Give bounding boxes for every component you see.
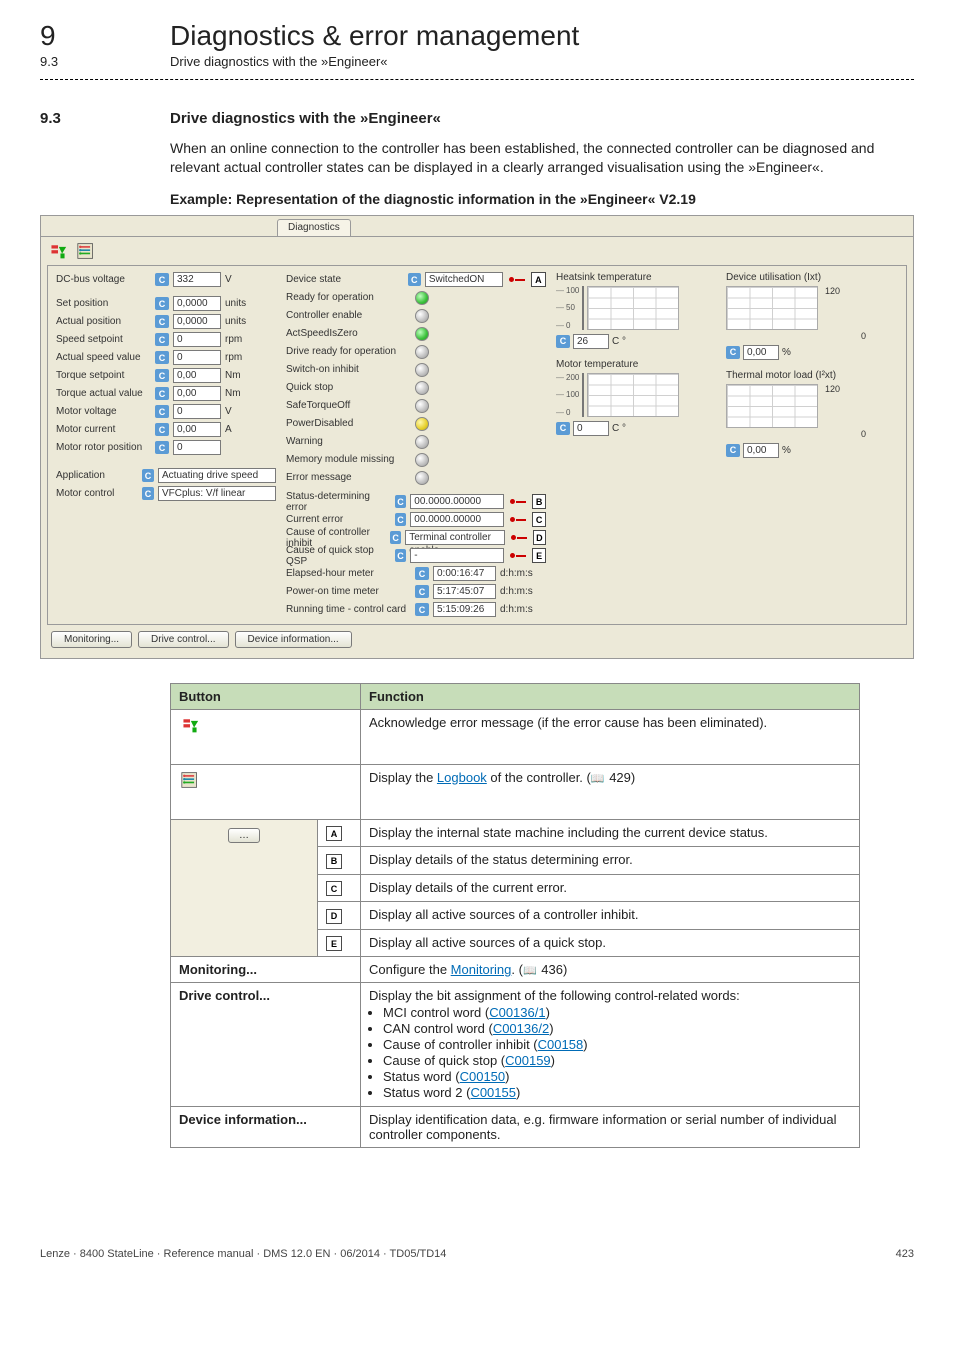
tag-b-icon: B bbox=[326, 854, 342, 869]
mini-graph: Motor temperature2001000C0C ° bbox=[556, 359, 716, 436]
drive-bullet: Status word 2 (C00155) bbox=[383, 1085, 851, 1100]
logbook-icon bbox=[179, 770, 201, 790]
row-tag-b: Display details of the status determinin… bbox=[361, 847, 860, 875]
acknowledge-icon bbox=[179, 715, 201, 735]
time-row: Power-on time meterC5:17:45:07d:h:m:s bbox=[286, 584, 546, 600]
row-tag-e: Display all active sources of a quick st… bbox=[361, 929, 860, 957]
table-header-function: Function bbox=[361, 683, 860, 709]
tag-button[interactable]: B bbox=[532, 494, 546, 509]
telemetry-row: Motor currentC0,00A bbox=[56, 422, 276, 438]
monitoring-button[interactable]: Monitoring... bbox=[51, 631, 132, 648]
row-tag-a: Display the internal state machine inclu… bbox=[361, 819, 860, 847]
row-monitoring: Configure the Monitoring. ( 436) bbox=[361, 957, 860, 983]
tag-c-icon: C bbox=[326, 881, 342, 896]
code-link[interactable]: C00136/1 bbox=[489, 1005, 545, 1020]
error-row: Cause of quick stop QSPC-E bbox=[286, 548, 546, 564]
code-link[interactable]: C00150 bbox=[460, 1069, 506, 1084]
acknowledge-icon[interactable] bbox=[47, 241, 69, 261]
section-number: 9.3 bbox=[40, 110, 130, 127]
logbook-icon[interactable] bbox=[75, 241, 97, 261]
status-row: Controller enable bbox=[286, 308, 546, 324]
drive-control-label: Drive control... bbox=[179, 988, 270, 1003]
monitoring-link[interactable]: Monitoring bbox=[451, 962, 512, 977]
telemetry-row: Torque setpointC0,00Nm bbox=[56, 368, 276, 384]
drive-bullet: CAN control word (C00136/2) bbox=[383, 1021, 851, 1036]
tag-button[interactable]: C bbox=[532, 512, 546, 527]
page-ref-icon bbox=[591, 770, 606, 785]
monitoring-label: Monitoring... bbox=[179, 962, 257, 977]
drive-control-button[interactable]: Drive control... bbox=[138, 631, 228, 648]
status-row: Drive ready for operation bbox=[286, 344, 546, 360]
device-state-row: Device stateCSwitchedONA bbox=[286, 272, 546, 288]
divider bbox=[40, 79, 914, 80]
mini-graph: Heatsink temperature100500C26C ° bbox=[556, 272, 716, 349]
intro-paragraph: When an online connection to the control… bbox=[170, 139, 914, 177]
application-row: ApplicationCActuating drive speed bbox=[56, 468, 276, 484]
tag-e-icon: E bbox=[326, 936, 342, 951]
diagnostics-screenshot: Diagnostics DC-bus voltageC332V Set posit… bbox=[40, 215, 914, 659]
tag-button[interactable]: D bbox=[533, 530, 546, 545]
row-drive-control: Display the bit assignment of the follow… bbox=[361, 983, 860, 1107]
row-acknowledge: Acknowledge error message (if the error … bbox=[361, 709, 860, 764]
tag-a-button[interactable]: A bbox=[531, 272, 546, 287]
button-function-table: Button Function Acknowledge error messag… bbox=[170, 683, 860, 1149]
status-row: Switch-on inhibit bbox=[286, 362, 546, 378]
chapter-number: 9 bbox=[40, 20, 130, 52]
code-link[interactable]: C00155 bbox=[470, 1085, 516, 1100]
tag-a-icon: A bbox=[326, 826, 342, 841]
example-heading: Example: Representation of the diagnosti… bbox=[170, 191, 914, 207]
page-ref-icon bbox=[523, 962, 538, 977]
status-row: Error message bbox=[286, 470, 546, 486]
telemetry-row: Speed setpointC0rpm bbox=[56, 332, 276, 348]
drive-bullet: Status word (C00150) bbox=[383, 1069, 851, 1084]
row-logbook: Display the Logbook of the controller. (… bbox=[361, 764, 860, 819]
ellipsis-button: … bbox=[228, 828, 260, 843]
drive-bullet: Cause of quick stop (C00159) bbox=[383, 1053, 851, 1068]
row-device-info: Display identification data, e.g. firmwa… bbox=[361, 1107, 860, 1148]
code-link[interactable]: C00158 bbox=[538, 1037, 584, 1052]
code-link[interactable]: C00159 bbox=[505, 1053, 551, 1068]
table-header-button: Button bbox=[171, 683, 361, 709]
footer-left: Lenze · 8400 StateLine · Reference manua… bbox=[40, 1248, 446, 1260]
tag-button[interactable]: E bbox=[532, 548, 546, 563]
footer-page: 423 bbox=[896, 1248, 914, 1260]
section-title: Drive diagnostics with the »Engineer« bbox=[170, 110, 441, 127]
telemetry-row: Motor voltageC0V bbox=[56, 404, 276, 420]
mini-graph: Device utilisation (Ixt)1200C0,00% bbox=[726, 272, 866, 360]
subsection-title: Drive diagnostics with the »Engineer« bbox=[170, 54, 388, 69]
time-row: Elapsed-hour meterC0:00:16:47d:h:m:s bbox=[286, 566, 546, 582]
code-link[interactable]: C00136/2 bbox=[493, 1021, 549, 1036]
status-row: Warning bbox=[286, 434, 546, 450]
status-row: Memory module missing bbox=[286, 452, 546, 468]
device-information-button[interactable]: Device information... bbox=[235, 631, 352, 648]
telemetry-row: Actual speed valueC0rpm bbox=[56, 350, 276, 366]
subsection-number: 9.3 bbox=[40, 54, 130, 69]
motor-control-row: Motor controlCVFCplus: V/f linear bbox=[56, 486, 276, 502]
chapter-title: Diagnostics & error management bbox=[170, 20, 579, 52]
telemetry-row: Actual positionC0,0000units bbox=[56, 314, 276, 330]
telemetry-row: DC-bus voltageC332V bbox=[56, 272, 276, 288]
status-row: Quick stop bbox=[286, 380, 546, 396]
telemetry-row: Set positionC0,0000units bbox=[56, 296, 276, 312]
error-row: Cause of controller inhibitCTerminal con… bbox=[286, 530, 546, 546]
row-tag-c: Display details of the current error. bbox=[361, 874, 860, 902]
error-row: Current errorC00.0000.00000C bbox=[286, 512, 546, 528]
logbook-link[interactable]: Logbook bbox=[437, 770, 487, 785]
status-row: ActSpeedIsZero bbox=[286, 326, 546, 342]
status-row: PowerDisabled bbox=[286, 416, 546, 432]
row-tag-d: Display all active sources of a controll… bbox=[361, 902, 860, 930]
mini-graph: Thermal motor load (I²xt)1200C0,00% bbox=[726, 370, 866, 458]
device-info-label: Device information... bbox=[179, 1112, 307, 1127]
status-row: Ready for operation bbox=[286, 290, 546, 306]
tag-d-icon: D bbox=[326, 909, 342, 924]
tab-diagnostics[interactable]: Diagnostics bbox=[277, 219, 351, 236]
drive-bullet: MCI control word (C00136/1) bbox=[383, 1005, 851, 1020]
error-row: Status-determining errorC00.0000.00000B bbox=[286, 494, 546, 510]
drive-bullet: Cause of controller inhibit (C00158) bbox=[383, 1037, 851, 1052]
telemetry-row: Torque actual valueC0,00Nm bbox=[56, 386, 276, 402]
telemetry-row: Motor rotor positionC0 bbox=[56, 440, 276, 456]
time-row: Running time - control cardC5:15:09:26d:… bbox=[286, 602, 546, 618]
status-row: SafeTorqueOff bbox=[286, 398, 546, 414]
